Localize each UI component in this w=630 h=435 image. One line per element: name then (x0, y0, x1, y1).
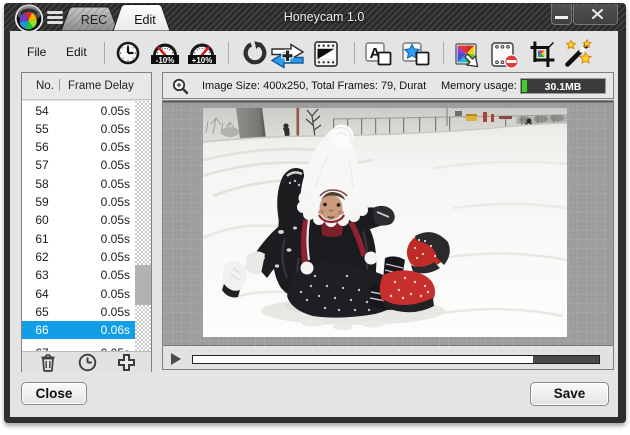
svg-text:+10%: +10% (192, 56, 213, 64)
svg-text:REC: REC (81, 13, 107, 27)
svg-text:Edit: Edit (134, 13, 156, 27)
svg-text:-10%: -10% (156, 56, 175, 64)
